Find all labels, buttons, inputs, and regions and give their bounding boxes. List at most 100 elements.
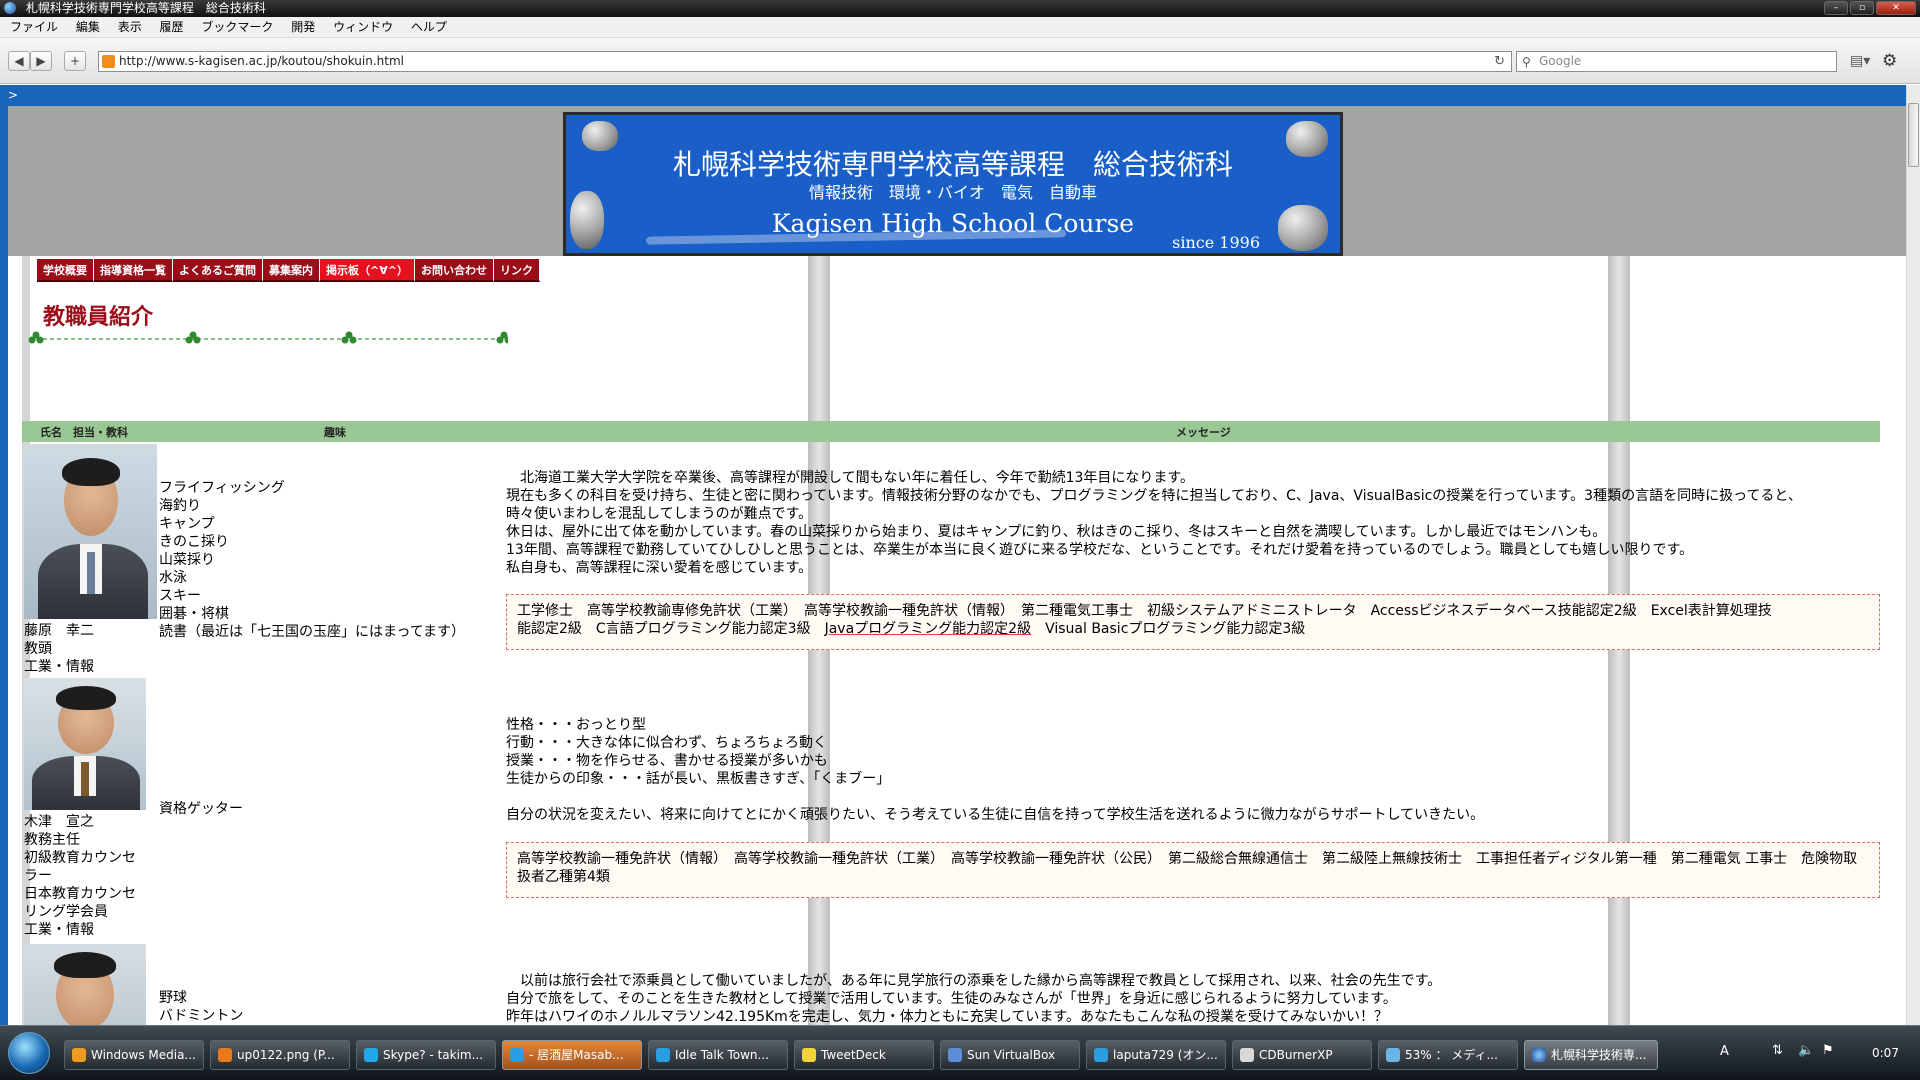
add-bookmark-button[interactable]: + xyxy=(64,51,86,71)
disc-icon xyxy=(1240,1048,1254,1062)
taskbar-button[interactable]: laputa729 (オン... xyxy=(1086,1040,1226,1070)
qualifications-line: 能認定2級 C言語プログラミング能力認定3級 Javaプログラミング能力認定2級… xyxy=(517,620,1869,638)
staff-message: 北海道工業大学大学院を卒業後、高等課程が開設して間もない年に着任し、今年で勤続1… xyxy=(506,470,1802,576)
firefox-icon xyxy=(218,1048,232,1062)
window-controls: – ▫ ✕ xyxy=(1824,1,1916,15)
banner-title: 札幌科学技術専門学校高等課程 総合技術科 xyxy=(672,148,1233,181)
search-placeholder: Google xyxy=(1539,54,1582,68)
qualifications-text: 能認定2級 C言語プログラミング能力認定3級 xyxy=(517,621,825,637)
forward-button[interactable]: ▶ xyxy=(30,51,52,71)
media-player-icon xyxy=(72,1048,86,1062)
gear-icon[interactable]: ⚙ xyxy=(1882,51,1897,71)
chat-icon xyxy=(510,1048,524,1062)
taskbar-button[interactable]: 53% ： メディ... xyxy=(1378,1040,1518,1070)
window-titlebar: 札幌科学技術専門学校高等課程 総合技術科 – ▫ ✕ xyxy=(0,0,1920,17)
search-icon: ⚲ xyxy=(1522,55,1531,69)
volume-icon[interactable]: 🔈 xyxy=(1798,1043,1814,1058)
staff-name-block: 木津 宣之 教務主任 初級教育カウンセ ラー 日本教育カウンセ リング学会員 工… xyxy=(24,814,136,938)
nav-contact[interactable]: お問い合わせ xyxy=(414,259,494,282)
taskbar-button[interactable]: Windows Media... xyxy=(64,1040,204,1070)
nav-qualifications[interactable]: 指導資格一覧 xyxy=(94,259,173,282)
scrollbar-thumb[interactable] xyxy=(1908,103,1919,167)
search-input[interactable]: ⚲ Google xyxy=(1516,51,1837,72)
staff-hobbies: 資格ゲッター xyxy=(159,801,243,817)
staff-photo xyxy=(24,444,157,619)
taskbar-button[interactable]: up0122.png (P... xyxy=(210,1040,350,1070)
browser-toolbar: ◀ ▶ + http://www.s-kagisen.ac.jp/koutou/… xyxy=(0,38,1920,84)
page-title: 教職員紹介 xyxy=(43,305,154,330)
menu-edit[interactable]: 編集 xyxy=(76,20,100,34)
taskbar-button[interactable]: Skype? - takim... xyxy=(356,1040,496,1070)
chat-icon xyxy=(656,1048,670,1062)
menu-help[interactable]: ヘルプ xyxy=(411,20,447,34)
back-arrow-icon: ◀ xyxy=(14,54,24,68)
header-name: 氏名 担当・教科 xyxy=(40,426,128,439)
page-viewport: > 札幌科学技術専門学校高等課程 総合技術科 情報技術 環境・バイオ 電気 自動… xyxy=(0,85,1920,1025)
header-hobby: 趣味 xyxy=(324,426,346,439)
system-tray: A ⇅ 🔈 ⚑ xyxy=(1662,1038,1862,1070)
menu-bookmarks[interactable]: ブックマーク xyxy=(201,20,273,34)
taskbar-button[interactable]: - 居酒屋Masab... xyxy=(502,1040,642,1070)
nav-bbs[interactable]: 掲示板（^∀^） xyxy=(320,259,415,282)
nav-admissions[interactable]: 募集案内 xyxy=(263,259,320,282)
taskbar-button[interactable]: Sun VirtualBox xyxy=(940,1040,1080,1070)
taskbar-button[interactable]: Idle Talk Town... xyxy=(648,1040,788,1070)
start-button[interactable] xyxy=(8,1032,50,1074)
qualifications-highlight: Javaプログラミング能力認定2級 xyxy=(824,621,1032,637)
back-button[interactable]: ◀ xyxy=(8,51,30,71)
staff-photo xyxy=(24,944,146,1025)
header-message: メッセージ xyxy=(1176,426,1231,439)
menu-history[interactable]: 履歴 xyxy=(160,20,184,34)
chat-icon xyxy=(1094,1048,1108,1062)
page-content: 札幌科学技術専門学校高等課程 総合技術科 情報技術 環境・バイオ 電気 自動車 … xyxy=(8,106,1906,1025)
window-title: 札幌科学技術専門学校高等課程 総合技術科 xyxy=(25,1,266,15)
banner-since: since 1996 xyxy=(1172,233,1260,252)
site-nav: 学校概要 指導資格一覧 よくあるご質問 募集案内 掲示板（^∀^） お問い合わせ… xyxy=(37,259,540,282)
nav-about[interactable]: 学校概要 xyxy=(37,259,94,282)
nav-links[interactable]: リンク xyxy=(493,259,540,282)
menu-view[interactable]: 表示 xyxy=(118,20,142,34)
flag-icon[interactable]: ⚑ xyxy=(1822,1043,1834,1058)
browser-icon xyxy=(4,2,16,14)
media-progress-icon xyxy=(1386,1048,1400,1062)
reload-icon[interactable]: ↻ xyxy=(1494,52,1505,71)
staff-qualifications: 高等学校教諭一種免許状（情報） 高等学校教諭一種免許状（工業） 高等学校教諭一種… xyxy=(506,842,1880,898)
address-url: http://www.s-kagisen.ac.jp/koutou/shokui… xyxy=(119,54,404,68)
staff-name-block: 藤原 幸二 教頭 工業・情報 xyxy=(24,623,94,675)
clover-divider xyxy=(28,331,508,344)
network-icon[interactable]: ⇅ xyxy=(1772,1043,1783,1058)
taskbar-button[interactable]: CDBurnerXP xyxy=(1232,1040,1372,1070)
site-favicon xyxy=(102,55,115,68)
staff-message: 以前は旅行会社で添乗員として働いていましたが、ある年に見学旅行の添乗をした縁から… xyxy=(506,973,1442,1025)
site-banner: 札幌科学技術専門学校高等課程 総合技術科 情報技術 環境・バイオ 電気 自動車 … xyxy=(563,112,1343,256)
clock[interactable]: 0:07 xyxy=(1872,1046,1899,1060)
banner-subtitle: 情報技術 環境・バイオ 電気 自動車 xyxy=(808,183,1097,202)
address-bar[interactable]: http://www.s-kagisen.ac.jp/koutou/shokui… xyxy=(98,51,1512,72)
page-prefix-glyph: > xyxy=(8,88,19,102)
menu-bar: ファイル 編集 表示 履歴 ブックマーク 開発 ウィンドウ ヘルプ xyxy=(0,17,1920,38)
menu-develop[interactable]: 開発 xyxy=(291,20,315,34)
plus-icon: + xyxy=(69,54,81,68)
minimize-button[interactable]: – xyxy=(1824,1,1848,15)
virtualbox-icon xyxy=(948,1048,962,1062)
staff-hobbies: フライフィッシング 海釣り キャンプ きのこ採り 山菜採り 水泳 スキー 囲碁・… xyxy=(159,480,466,640)
tweetdeck-icon xyxy=(802,1048,816,1062)
staff-hobbies: 野球 バドミントン xyxy=(159,990,244,1024)
taskbar-button[interactable]: 札幌科学技術専... xyxy=(1524,1040,1658,1070)
nav-faq[interactable]: よくあるご質問 xyxy=(173,259,263,282)
staff-qualifications: 工学修士 高等学校教諭専修免許状（工業） 高等学校教諭一種免許状（情報） 第二種… xyxy=(506,594,1880,650)
qualifications-line: 工学修士 高等学校教諭専修免許状（工業） 高等学校教諭一種免許状（情報） 第二種… xyxy=(517,603,1772,619)
page-menu-icon[interactable]: ▤▾ xyxy=(1850,53,1870,69)
vertical-scrollbar[interactable] xyxy=(1906,85,1920,1025)
forward-arrow-icon: ▶ xyxy=(36,54,46,68)
close-button[interactable]: ✕ xyxy=(1876,1,1916,15)
browser-icon xyxy=(1532,1048,1546,1062)
maximize-button[interactable]: ▫ xyxy=(1850,1,1874,15)
staff-table-header: 氏名 担当・教科 趣味 メッセージ xyxy=(22,421,1880,442)
taskbar-button[interactable]: TweetDeck xyxy=(794,1040,934,1070)
ime-indicator[interactable]: A xyxy=(1720,1044,1729,1059)
menu-file[interactable]: ファイル xyxy=(10,20,58,34)
menu-window[interactable]: ウィンドウ xyxy=(333,20,393,34)
staff-photo xyxy=(24,678,146,810)
taskbar: Windows Media... up0122.png (P... Skype?… xyxy=(0,1025,1920,1080)
